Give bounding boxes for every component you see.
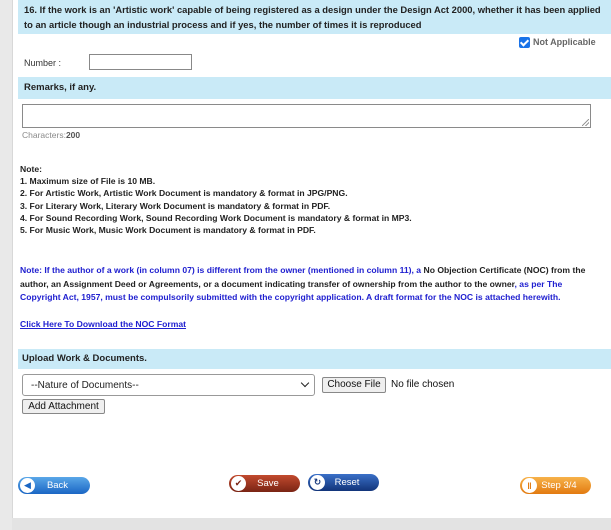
question-16-header: 16. If the work is an 'Artistic work' ca… [18,0,611,34]
noc-note-text: If the author of a work (in column 07) i… [41,265,424,275]
reset-label: Reset [334,477,360,488]
note-item: 2. For Artistic Work, Artistic Work Docu… [20,188,348,199]
step-label: Step 3/4 [541,480,577,491]
nature-of-documents-select[interactable]: --Nature of Documents-- [22,374,315,396]
noc-note-label: Note: [20,265,42,275]
remarks-textarea[interactable] [22,104,591,128]
download-noc-link[interactable]: Click Here To Download the NOC Format [20,319,186,329]
step-icon: ‖ [522,478,537,493]
reset-button[interactable]: ↻ Reset [308,474,379,491]
noc-note: Note: If the author of a work (in column… [20,264,592,305]
number-input[interactable] [89,54,192,70]
note-item: 5. For Music Work, Music Work Document i… [20,225,316,236]
select-value: --Nature of Documents-- [31,380,139,391]
refresh-icon: ↻ [310,475,325,490]
no-file-label: No file chosen [391,379,455,390]
footer-strip [12,518,611,530]
characters-counter: Characters:200 [22,130,80,140]
not-applicable-row[interactable]: Not Applicable [519,36,596,48]
note-item: 1. Maximum size of File is 10 MB. [20,176,156,187]
resize-handle-icon[interactable] [582,119,589,126]
not-applicable-checkbox[interactable] [519,36,530,48]
note-item: 3. For Literary Work, Literary Work Docu… [20,200,331,211]
back-label: Back [46,480,69,491]
arrow-left-icon: ◀ [20,478,35,493]
chevron-down-icon [300,378,310,388]
notes-title: Note: [20,164,42,174]
upload-header: Upload Work & Documents. [18,349,611,369]
note-item: 4. For Sound Recording Work, Sound Recor… [20,212,412,223]
step-button[interactable]: ‖ Step 3/4 [520,477,591,494]
choose-file-button[interactable]: Choose File [322,377,386,393]
notes-block: Note: 1. Maximum size of File is 10 MB. … [20,163,412,236]
number-label: Number : [24,58,62,68]
back-button[interactable]: ◀ Back [18,477,90,494]
characters-count: 200 [65,130,81,140]
checkmark-icon: ✔ [231,476,246,491]
add-attachment-button[interactable]: Add Attachment [22,399,105,414]
not-applicable-label: Not Applicable [533,37,596,47]
remarks-header: Remarks, if any. [18,77,611,99]
save-label: Save [257,478,279,489]
save-button[interactable]: ✔ Save [229,475,300,492]
characters-label: Characters: [22,130,66,140]
